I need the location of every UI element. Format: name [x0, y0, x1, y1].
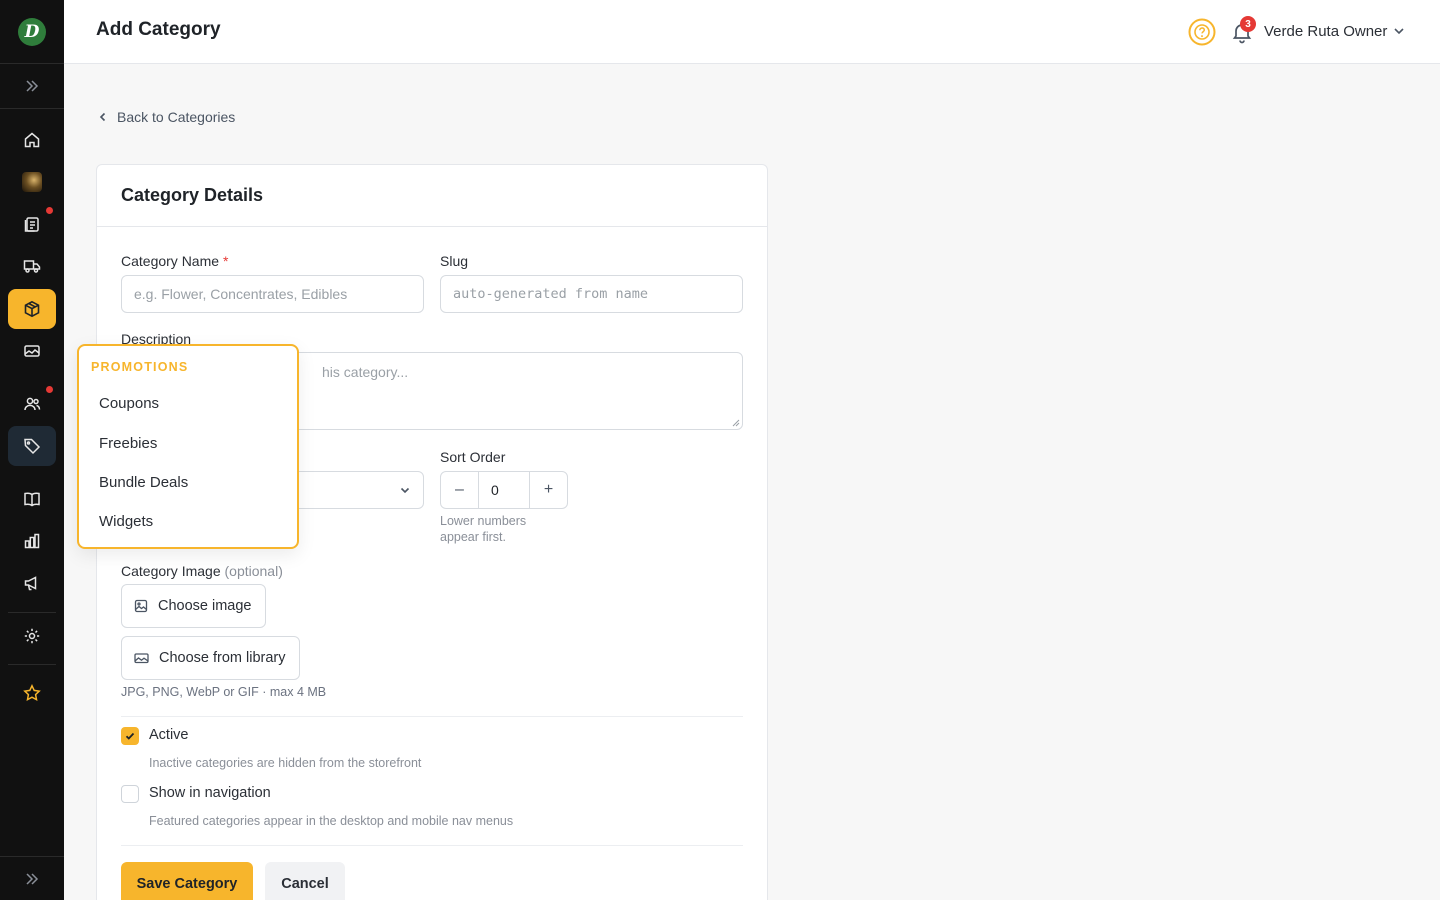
megaphone-icon [24, 576, 37, 591]
double-chevron-right-icon [26, 80, 39, 92]
sidebar: D [0, 0, 64, 900]
sort-order-help-line: appear first. [440, 530, 507, 544]
promotions-flyout-menu: PROMOTIONS Coupons Freebies Bundle Deals… [77, 344, 299, 549]
home-icon [24, 132, 40, 148]
active-checkbox[interactable] [121, 727, 139, 745]
sort-order-label: Sort Order [440, 449, 506, 465]
back-link-label: Back to Categories [117, 109, 236, 125]
sidebar-item-marketing[interactable] [8, 563, 56, 603]
sidebar-item-catalog[interactable] [8, 479, 56, 519]
slug-input[interactable]: auto-generated from name [440, 275, 743, 313]
library-icon [134, 653, 149, 664]
sort-order-help: Lower numbers appear first. [440, 513, 526, 545]
sort-order-input[interactable]: 0 [478, 472, 530, 508]
double-chevron-right-icon [26, 872, 39, 885]
category-image-label-text: Category Image [121, 563, 221, 579]
tag-icon [24, 438, 41, 455]
choose-from-library-button[interactable]: Choose from library [121, 636, 300, 680]
show-in-navigation-label[interactable]: Show in navigation [149, 785, 271, 801]
show-in-navigation-help: Featured categories appear in the deskto… [149, 814, 514, 828]
customers-icon [24, 397, 41, 411]
sidebar-divider [8, 664, 56, 665]
help-icon[interactable] [1188, 18, 1216, 46]
chevron-left-icon [99, 112, 106, 122]
decrement-button[interactable]: – [441, 472, 478, 508]
brand-logo-icon: D [18, 17, 46, 46]
back-to-categories-link[interactable]: Back to Categories [97, 109, 235, 125]
sidebar-item-promotions[interactable] [8, 426, 56, 466]
form-divider [121, 845, 743, 846]
resize-handle-icon[interactable] [732, 419, 740, 427]
required-marker: * [222, 253, 229, 269]
analytics-icon [24, 533, 40, 549]
flyout-item-widgets[interactable]: Widgets [99, 513, 153, 530]
catalog-icon [24, 492, 40, 507]
checkmark-icon [125, 732, 135, 740]
sidebar-divider [8, 612, 56, 613]
settings-icon [24, 628, 40, 644]
show-in-navigation-checkbox[interactable] [121, 785, 139, 803]
media-icon [24, 345, 40, 357]
category-name-label: Category Name * [121, 253, 228, 269]
category-image-label: Category Image (optional) [121, 563, 283, 579]
slug-label: Slug [440, 253, 469, 269]
notification-count-badge: 3 [1240, 16, 1256, 32]
flyout-heading: PROMOTIONS [91, 360, 189, 374]
chevron-down-icon[interactable] [1392, 24, 1406, 38]
description-placeholder: his category... [322, 364, 409, 380]
category-name-placeholder: e.g. Flower, Concentrates, Edibles [134, 286, 348, 302]
form-divider [121, 716, 743, 717]
choose-from-library-label: Choose from library [159, 650, 286, 666]
box-icon [24, 300, 40, 318]
logo[interactable]: D [0, 0, 64, 64]
chevron-down-icon [400, 487, 410, 494]
flyout-item-coupons[interactable]: Coupons [99, 395, 159, 412]
cancel-button[interactable]: Cancel [265, 862, 345, 900]
collapse-sidebar-button[interactable] [0, 856, 64, 900]
sidebar-item-analytics[interactable] [8, 521, 56, 561]
delivery-truck-icon [23, 260, 41, 273]
card-header: Category Details [97, 165, 767, 227]
topbar: Add Category 3 Verde Ruta Owner [64, 0, 1440, 64]
flyout-item-freebies[interactable]: Freebies [99, 435, 157, 452]
sidebar-item-home[interactable] [8, 120, 56, 160]
image-format-help: JPG, PNG, WebP or GIF · max 4 MB [121, 685, 327, 699]
sidebar-item-store[interactable] [8, 162, 56, 202]
choose-image-button[interactable]: Choose image [121, 584, 266, 628]
active-label[interactable]: Active [149, 727, 189, 743]
page-title: Add Category [96, 19, 221, 40]
orders-icon [24, 217, 39, 232]
star-icon [23, 684, 41, 701]
sidebar-item-media[interactable] [8, 331, 56, 371]
sidebar-item-settings[interactable] [8, 616, 56, 656]
active-help: Inactive categories are hidden from the … [149, 756, 422, 770]
category-name-label-text: Category Name [121, 253, 220, 269]
sidebar-item-favorites[interactable] [8, 673, 56, 713]
optional-marker: (optional) [224, 563, 283, 579]
store-avatar [22, 172, 42, 192]
category-name-input[interactable]: e.g. Flower, Concentrates, Edibles [121, 275, 424, 313]
choose-image-label: Choose image [158, 598, 252, 614]
sidebar-item-products[interactable] [8, 289, 56, 329]
slug-placeholder: auto-generated from name [453, 286, 649, 302]
flyout-item-bundle-deals[interactable]: Bundle Deals [99, 474, 188, 491]
user-menu-name[interactable]: Verde Ruta Owner [1264, 23, 1387, 40]
sort-order-stepper: – 0 + [440, 471, 568, 509]
customers-alert-dot [46, 386, 53, 393]
orders-alert-dot [46, 207, 53, 214]
sidebar-item-delivery[interactable] [8, 246, 56, 286]
card-title: Category Details [121, 185, 264, 205]
expand-sidebar-button[interactable] [0, 64, 64, 109]
increment-button[interactable]: + [530, 472, 567, 508]
save-category-button[interactable]: Save Category [121, 862, 253, 900]
sort-order-help-line: Lower numbers [440, 514, 527, 528]
image-icon [134, 599, 148, 613]
